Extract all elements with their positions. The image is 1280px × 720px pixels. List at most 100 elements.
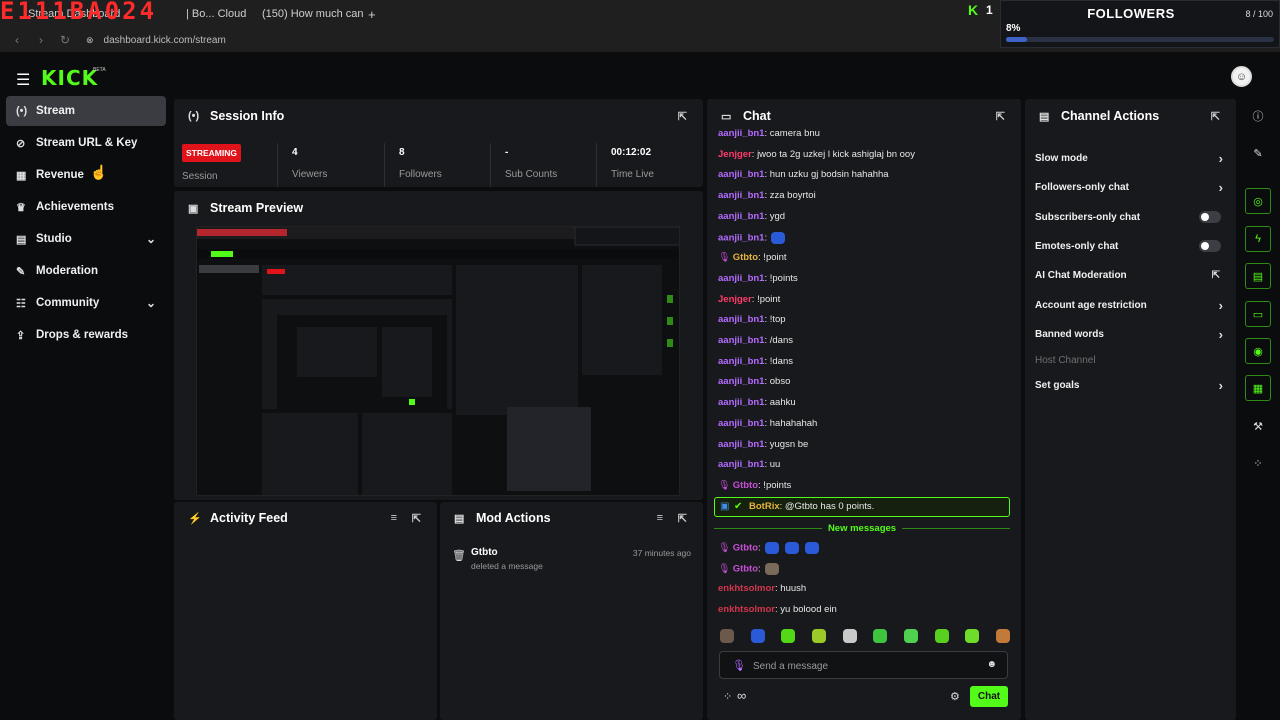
bot-username[interactable]: BotRix <box>749 501 780 512</box>
community-icon[interactable]: ⁘ <box>1245 450 1271 476</box>
channel-action-followers-only[interactable]: Followers-only chat › <box>1035 177 1223 197</box>
sidebar-item-revenue[interactable]: ▦ Revenue <box>6 160 166 190</box>
chat-username[interactable]: aanjii_bn1 <box>718 273 764 284</box>
sidebar-item-stream[interactable]: (•) Stream <box>6 96 166 126</box>
stat-value: 4 <box>292 147 298 158</box>
chevron-down-icon[interactable]: ⌄ <box>146 232 156 246</box>
popout-icon[interactable]: ⇱ <box>1211 110 1220 123</box>
chat-username[interactable]: aanjii_bn1 <box>718 190 764 201</box>
emote-icon[interactable] <box>934 629 949 643</box>
infinity-icon[interactable]: ∞ <box>737 688 746 703</box>
chat-username[interactable]: aanjii_bn1 <box>718 418 764 429</box>
chat-username[interactable]: aanjii_bn1 <box>718 439 764 450</box>
sidebar-item-studio[interactable]: ▤ Studio ⌄ <box>6 224 166 254</box>
mod-action-entry[interactable]: 🗑 Gtbto deleted a message 37 minutes ago <box>452 546 696 576</box>
forward-icon[interactable]: › <box>34 33 48 47</box>
wrench-icon[interactable]: ⚒ <box>1245 413 1271 439</box>
emote-icon[interactable] <box>995 629 1010 643</box>
emote-icon[interactable] <box>811 629 826 643</box>
chat-username[interactable]: aanjii_bn1 <box>718 459 764 470</box>
mic-icon[interactable]: 🎙 <box>732 659 746 672</box>
chat-username[interactable]: aanjii_bn1 <box>718 397 764 408</box>
sidebar-item-stream-url-key[interactable]: ⊘ Stream URL & Key <box>6 128 166 158</box>
sidebar-item-label: Stream URL & Key <box>36 137 138 149</box>
notes-icon[interactable]: ▤ <box>1245 263 1271 289</box>
chat-username[interactable]: aanjii_bn1 <box>718 376 764 387</box>
stream-preview-video[interactable] <box>196 226 680 496</box>
chat-message: aanjii_bn1: camera bnu <box>718 128 820 139</box>
kick-logo[interactable]: KICK <box>41 66 98 90</box>
popout-icon[interactable]: ⇱ <box>678 110 687 123</box>
popout-icon[interactable]: ⇱ <box>678 512 687 525</box>
new-tab-button[interactable]: + <box>362 0 378 28</box>
chat-message: aanjii_bn1: !points <box>718 273 798 284</box>
popout-icon[interactable]: ⇱ <box>412 512 421 525</box>
camera-icon[interactable]: ◎ <box>1245 188 1271 214</box>
gear-icon[interactable]: ⚙ <box>950 690 960 703</box>
chat-username[interactable]: aanjii_bn1 <box>718 169 764 180</box>
reload-icon[interactable]: ↻ <box>58 33 72 47</box>
chat-icon[interactable]: ▭ <box>1245 301 1271 327</box>
chat-username[interactable]: aanjii_bn1 <box>718 314 764 325</box>
stat-label: Viewers <box>292 169 328 180</box>
sidebar-item-moderation[interactable]: ✎ Moderation <box>6 256 166 286</box>
emote-icon[interactable] <box>781 629 796 643</box>
chat-username[interactable]: Jenjger <box>718 294 752 305</box>
chat-username[interactable]: aanjii_bn1 <box>718 211 764 222</box>
chevron-down-icon[interactable]: ⌄ <box>146 296 156 310</box>
channel-action-account-age[interactable]: Account age restriction › <box>1035 295 1223 315</box>
channel-action-ai-moderation[interactable]: AI Chat Moderation ⇱ <box>1035 265 1223 285</box>
emote-icon[interactable] <box>750 629 765 643</box>
chat-username[interactable]: Gtbto <box>733 480 758 491</box>
chat-username[interactable]: Jenjger <box>718 149 752 160</box>
menu-icon[interactable]: ☰ <box>16 70 30 90</box>
chat-message-text: : <box>764 232 768 244</box>
chat-username[interactable]: Gtbto <box>733 563 758 574</box>
emote-icon[interactable] <box>965 629 980 643</box>
emote-icon[interactable] <box>720 629 734 643</box>
emote-icon[interactable] <box>873 629 888 643</box>
chat-message-text: : yu bolood ein <box>775 603 837 615</box>
back-icon[interactable]: ‹ <box>10 33 24 47</box>
chat-username[interactable]: enkhtsolmor <box>718 583 775 594</box>
bolt-icon[interactable]: ϟ <box>1245 226 1271 252</box>
channel-action-banned-words[interactable]: Banned words › <box>1035 324 1223 344</box>
site-info-icon[interactable]: ⊗ <box>86 35 94 46</box>
chat-username[interactable]: enkhtsolmor <box>718 604 775 615</box>
chat-username[interactable]: Gtbto <box>733 252 758 263</box>
info-icon[interactable]: ⓘ <box>1245 103 1271 129</box>
chat-icon: ▭ <box>721 110 732 123</box>
chat-username[interactable]: aanjii_bn1 <box>718 128 764 139</box>
emote-icon[interactable] <box>842 629 857 643</box>
emoji-icon[interactable]: ☻ <box>986 659 997 670</box>
chat-username[interactable]: aanjii_bn1 <box>718 232 764 243</box>
grid-icon[interactable]: ▦ <box>1245 375 1271 401</box>
pencil-icon[interactable]: ✎ <box>1245 140 1271 166</box>
avatar[interactable]: ☺ <box>1231 66 1252 87</box>
kick-extension-icon[interactable]: K <box>968 2 978 18</box>
chat-username[interactable]: Gtbto <box>733 543 758 554</box>
browser-tab[interactable]: (150) How much can you ... <box>256 0 366 28</box>
channel-action-set-goals[interactable]: Set goals › <box>1035 375 1223 395</box>
sidebar-item-community[interactable]: ☷ Community ⌄ <box>6 288 166 318</box>
sidebar-item-achievements[interactable]: ♛ Achievements <box>6 192 166 222</box>
emote-icon[interactable] <box>903 629 918 643</box>
chat-message-input[interactable] <box>753 658 973 674</box>
channel-action-slow-mode[interactable]: Slow mode › <box>1035 148 1223 168</box>
send-chat-button[interactable]: Chat <box>970 686 1008 707</box>
chat-username[interactable]: aanjii_bn1 <box>718 356 764 367</box>
filter-icon[interactable]: ≡ <box>657 512 663 524</box>
broadcast-icon[interactable]: ◉ <box>1245 338 1271 364</box>
filter-icon[interactable]: ≡ <box>391 512 397 524</box>
sidebar-item-drops-rewards[interactable]: ⇪ Drops & rewards <box>6 320 166 350</box>
url-field[interactable]: ⊗ dashboard.kick.com/stream <box>86 35 226 46</box>
emote-bar <box>720 629 1010 647</box>
community-icon[interactable]: ⁘ <box>723 690 732 703</box>
new-messages-divider[interactable]: New messages <box>714 522 1010 534</box>
chat-message-text: : obso <box>764 376 791 388</box>
emotes-only-toggle[interactable] <box>1199 240 1221 252</box>
chat-message-text: : hun uzku gj bodsin hahahha <box>764 169 889 181</box>
subscribers-only-toggle[interactable] <box>1199 211 1221 223</box>
popout-icon[interactable]: ⇱ <box>996 110 1005 123</box>
chat-username[interactable]: aanjii_bn1 <box>718 335 764 346</box>
